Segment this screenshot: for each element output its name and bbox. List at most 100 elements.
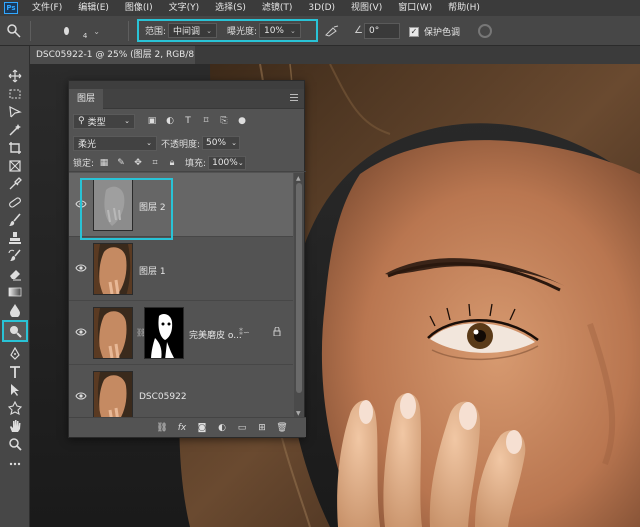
blur-tool-icon[interactable]: [5, 302, 25, 318]
clone-stamp-tool-icon[interactable]: [5, 230, 25, 246]
hand-tool-icon[interactable]: [5, 418, 25, 434]
menu-view[interactable]: 视图(V): [343, 0, 390, 16]
lasso-tool-icon[interactable]: [5, 104, 25, 120]
layer-thumbnail[interactable]: [93, 307, 133, 359]
pixel-filter-icon[interactable]: ▣: [145, 115, 159, 127]
marquee-tool-icon[interactable]: [5, 86, 25, 102]
menu-select[interactable]: 选择(S): [207, 0, 254, 16]
layer-mask-thumbnail[interactable]: [144, 307, 184, 359]
chevron-down-icon: ⌄: [290, 26, 296, 35]
dodge-tool-icon[interactable]: [2, 320, 28, 342]
new-group-icon[interactable]: ▭: [236, 422, 248, 434]
eyedropper-tool-icon[interactable]: [5, 176, 25, 192]
adjustment-filter-icon[interactable]: ◐: [163, 115, 177, 127]
opacity-field[interactable]: 50% ⌄: [202, 136, 241, 150]
delete-layer-icon[interactable]: 🗑︎: [276, 422, 288, 434]
chevron-down-icon: ⌄: [146, 139, 152, 147]
exposure-field[interactable]: 10% ⌄: [258, 23, 301, 38]
lock-label: 锁定:: [73, 159, 95, 169]
link-layers-icon[interactable]: ⛓: [156, 422, 168, 434]
more-tools-icon[interactable]: [5, 456, 25, 472]
filter-toggle-icon[interactable]: ●: [235, 115, 249, 127]
visibility-eye-icon[interactable]: [75, 199, 87, 209]
menu-window[interactable]: 窗口(W): [390, 0, 440, 16]
range-select[interactable]: 中间调 ⌄: [168, 23, 217, 38]
menu-help[interactable]: 帮助(H): [440, 0, 488, 16]
path-selection-tool-icon[interactable]: [5, 382, 25, 398]
lock-artboard-icon[interactable]: ⌗: [149, 157, 161, 169]
menu-edit[interactable]: 编辑(E): [70, 0, 117, 16]
brush-preset-picker[interactable]: 4 ⌄: [60, 22, 100, 40]
visibility-eye-icon[interactable]: [75, 263, 87, 273]
menu-bar: Ps 文件(F) 编辑(E) 图像(I) 文字(Y) 选择(S) 滤镜(T) 3…: [0, 0, 640, 16]
brush-tool-icon[interactable]: [5, 212, 25, 228]
layer-name[interactable]: 图层 1: [139, 264, 166, 277]
scrollbar-thumb[interactable]: [296, 183, 302, 393]
exposure-label: 曝光度:: [226, 27, 257, 37]
zoom-tool-icon[interactable]: [5, 436, 25, 452]
type-tool-icon[interactable]: [5, 364, 25, 380]
lock-all-icon[interactable]: 🔒︎: [166, 157, 178, 169]
tab-layers[interactable]: 图层: [69, 88, 104, 109]
eraser-tool-icon[interactable]: [5, 266, 25, 282]
layer-name[interactable]: 完美磨皮 o...: [189, 328, 242, 341]
photoshop-logo-icon[interactable]: Ps: [4, 2, 18, 14]
brush-tip-icon: [64, 27, 69, 35]
move-tool-icon[interactable]: [5, 68, 25, 84]
layer-thumbnail[interactable]: [93, 243, 133, 295]
menu-3d[interactable]: 3D(D): [300, 0, 343, 16]
blend-mode-select[interactable]: 柔光 ⌄: [73, 135, 157, 151]
healing-brush-tool-icon[interactable]: [5, 194, 25, 210]
layer-filter-select[interactable]: ⚲ 类型 ⌄: [73, 113, 135, 129]
menu-file[interactable]: 文件(F): [24, 0, 70, 16]
new-layer-icon[interactable]: ⊞: [256, 422, 268, 434]
fill-field[interactable]: 100% ⌄: [208, 155, 247, 170]
layer-row-layer-2[interactable]: 图层 2: [69, 173, 293, 237]
pen-tool-icon[interactable]: [5, 346, 25, 362]
visibility-eye-icon[interactable]: [75, 391, 87, 401]
shape-filter-icon[interactable]: ⌑: [199, 115, 213, 127]
layers-scrollbar[interactable]: ▲ ▼: [294, 173, 304, 419]
lock-transparent-pixels-icon[interactable]: ▦: [98, 157, 110, 169]
protect-tones-checkbox[interactable]: ✓: [409, 26, 419, 37]
menu-type[interactable]: 文字(Y): [161, 0, 208, 16]
pressure-size-icon[interactable]: [478, 24, 492, 38]
layer-thumbnail[interactable]: [93, 371, 133, 423]
panel-drag-strip[interactable]: [69, 81, 304, 89]
fill-value: 100%: [212, 157, 238, 168]
layer-name[interactable]: DSC05922: [139, 392, 187, 402]
scroll-down-icon[interactable]: ▼: [296, 410, 301, 417]
lock-image-pixels-icon[interactable]: ✎: [115, 157, 127, 169]
dodge-tool-preset-icon[interactable]: [6, 23, 22, 39]
type-filter-icon[interactable]: T: [181, 115, 195, 127]
menu-image[interactable]: 图像(I): [117, 0, 161, 16]
protect-tones-toggle[interactable]: ✓ 保护色调: [409, 25, 460, 38]
gradient-tool-icon[interactable]: [5, 284, 25, 300]
magic-wand-tool-icon[interactable]: [5, 122, 25, 138]
smart-filter-icon: ⁑∽: [239, 328, 250, 337]
smart-object-filter-icon[interactable]: ⎘: [217, 115, 231, 127]
range-exposure-highlight: 范围: 中间调 ⌄ 曝光度: 10% ⌄: [137, 19, 318, 42]
shape-tool-icon[interactable]: [5, 400, 25, 416]
frame-tool-icon[interactable]: [5, 158, 25, 174]
scroll-up-icon[interactable]: ▲: [296, 175, 301, 182]
layer-style-fx-icon[interactable]: fx: [176, 422, 188, 434]
chevron-down-icon: ⌄: [93, 26, 100, 36]
layer-thumbnail[interactable]: [93, 179, 133, 231]
add-mask-icon[interactable]: ◙: [196, 422, 208, 434]
layer-row-smart-skin[interactable]: ⛓ 完美磨皮 o... ⁑∽: [69, 301, 293, 365]
panel-menu-icon[interactable]: [290, 94, 298, 102]
visibility-eye-icon[interactable]: [75, 327, 87, 337]
brush-size-value: 4: [82, 32, 88, 40]
adjustment-layer-icon[interactable]: ◐: [216, 422, 228, 434]
lock-position-icon[interactable]: ✥: [132, 157, 144, 169]
history-brush-tool-icon[interactable]: [5, 248, 25, 264]
airbrush-icon[interactable]: [325, 25, 339, 37]
menu-filter[interactable]: 滤镜(T): [254, 0, 301, 16]
crop-tool-icon[interactable]: [5, 140, 25, 156]
angle-field[interactable]: 0°: [364, 23, 400, 39]
options-bar: 4 ⌄ 范围: 中间调 ⌄ 曝光度: 10% ⌄ ∠ 0° ✓ 保护色调: [0, 16, 640, 46]
layer-row-layer-1[interactable]: 图层 1: [69, 237, 293, 301]
layer-name[interactable]: 图层 2: [139, 200, 166, 213]
document-tab[interactable]: DSC05922-1 @ 25% (图层 2, RGB/8) * ×: [30, 46, 195, 64]
